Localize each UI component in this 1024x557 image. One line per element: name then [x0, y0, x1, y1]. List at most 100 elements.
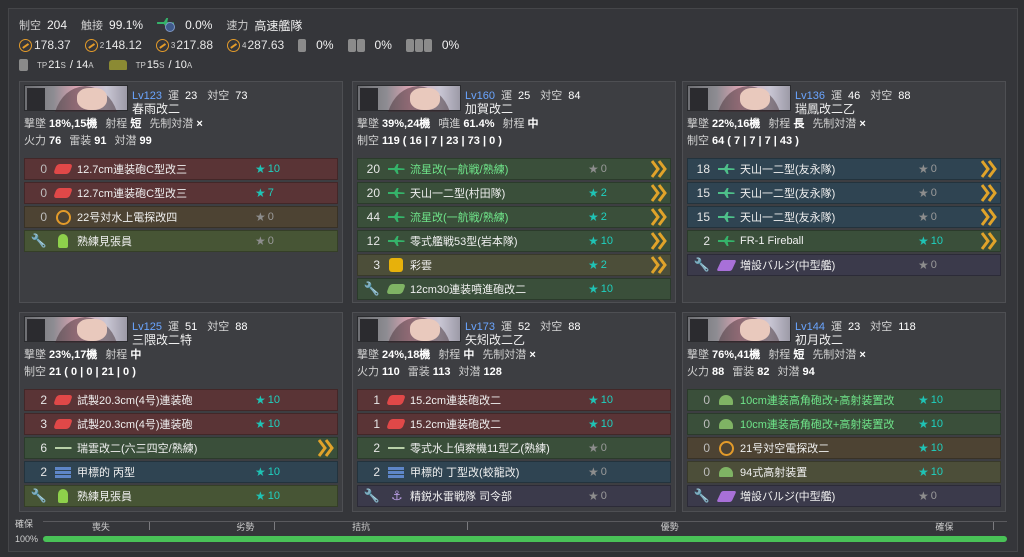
stat-value: 短 — [793, 349, 805, 361]
stat-value: 64 ( 7 | 7 | 7 | 43 ) — [712, 135, 799, 147]
star-icon: ★ — [255, 465, 266, 479]
equipment-slot[interactable]: 1 15.2cm連装砲改二 ★ 10 — [357, 413, 671, 435]
equipment-slot[interactable]: 1 15.2cm連装砲改二 ★ 10 — [357, 389, 671, 411]
ship-stats-row-1: 撃墜 76%,41機 射程短先制対潜 × — [687, 346, 874, 362]
equipment-slot[interactable]: 2 甲標的 丁型改(蛟龍改) ★ 0 — [357, 461, 671, 483]
equipment-slot[interactable]: 0 10cm連装高角砲改+高射装置改 ★ 10 — [687, 413, 1001, 435]
slot-count: 44 — [366, 210, 380, 224]
ship-banner[interactable] — [357, 316, 461, 343]
proficiency-chevron-icon — [978, 160, 1000, 178]
gauge-tick — [274, 522, 276, 530]
equipment-slot[interactable]: 0 21号対空電探改二 ★ 10 — [687, 437, 1001, 459]
main-gun-icon — [53, 184, 73, 202]
stat-value: 99 — [139, 135, 152, 147]
improvement-value: 0 — [600, 490, 607, 502]
proficiency-chevron-icon — [648, 208, 670, 226]
equipment-slot[interactable]: 6 瑞雲改二(六三四空/熟練) — [24, 437, 338, 459]
tank-icon — [108, 60, 127, 70]
improvement-value: 7 — [267, 187, 274, 199]
equipment-slot[interactable]: 2 FR-1 Fireball ★ 10 — [687, 230, 1001, 252]
equipment-name: 流星改(一航戦/熟練) — [410, 164, 509, 176]
improvement-level: ★ 7 — [255, 186, 315, 200]
equipment-slot[interactable]: 12 零式艦戦53型(岩本隊) ★ 10 — [357, 230, 671, 252]
stat-value: 中 — [527, 118, 539, 130]
equipment-slot[interactable]: 3 試製20.3cm(4号)連装砲 ★ 10 — [24, 413, 338, 435]
star-icon: ★ — [918, 234, 929, 248]
equipment-slot[interactable]: 🔧 熟練見張員 ★ 10 — [24, 485, 338, 507]
equipment-slot[interactable]: 20 天山一二型(村田隊) ★ 2 — [357, 182, 671, 204]
ship-banner[interactable] — [24, 85, 128, 112]
ship-banner[interactable] — [24, 316, 128, 343]
damecon-pct-3: 0% — [441, 38, 460, 52]
equipment-slot[interactable]: 0 10cm連装高角砲改+高射装置改 ★ 10 — [687, 389, 1001, 411]
equipment-slot[interactable]: 0 12.7cm連装砲C型改三 ★ 7 — [24, 182, 338, 204]
portrait-face — [77, 319, 107, 341]
equipment-slot[interactable]: 20 流星改(一航戦/熟練) ★ 0 — [357, 158, 671, 180]
equipment-name: 試製20.3cm(4号)連装砲 — [77, 419, 193, 431]
equipment-slot[interactable]: 3 彩雲 ★ 2 — [357, 254, 671, 276]
equipment-name: 10cm連装高角砲改+高射装置改 — [740, 419, 895, 431]
torpedo-bomber-icon — [716, 184, 736, 202]
aa-value: 84 — [568, 90, 581, 102]
slot-count: 1 — [373, 393, 380, 407]
equipment-name: 甲標的 丙型 — [77, 467, 136, 479]
equipment-slot[interactable]: 18 天山一二型(友永隊) ★ 0 — [687, 158, 1001, 180]
equipment-name: 12cm30連装噴進砲改二 — [410, 284, 527, 296]
ship-card: Lv125 運 51 対空 88 三隈改二特 撃墜 23%,17機 射程中制空 21 … — [19, 312, 343, 512]
star-icon: ★ — [918, 417, 929, 431]
gauge-scale-label: 劣勢 — [236, 522, 255, 532]
ship-banner[interactable] — [357, 85, 461, 112]
stat-label: 雷装 — [732, 366, 755, 378]
stat-value: 61.4% — [463, 118, 495, 130]
equipment-slot[interactable]: 44 流星改(一航戦/熟練) ★ 2 — [357, 206, 671, 228]
star-icon: ★ — [255, 210, 266, 224]
equipment-slot[interactable]: 2 試製20.3cm(4号)連装砲 ★ 10 — [24, 389, 338, 411]
equipment-slot[interactable]: 0 94式高射装置 ★ 10 — [687, 461, 1001, 483]
equipment-list: 1 15.2cm連装砲改二 ★ 10 1 15.2cm連装砲改二 ★ 10 2 零式水上偵察機11… — [357, 389, 671, 509]
equipment-slot[interactable]: 🔧 増設バルジ(中型艦) ★ 0 — [687, 485, 1001, 507]
gauge-tick — [467, 522, 469, 530]
equipment-slot[interactable]: 15 天山一二型(友永隊) ★ 0 — [687, 182, 1001, 204]
ship-type-tag — [27, 319, 45, 341]
los-value-1: 178.37 — [19, 38, 71, 52]
equipment-slot[interactable]: 2 甲標的 丙型 ★ 10 — [24, 461, 338, 483]
midget-sub-icon — [386, 463, 406, 481]
stat-value: 113 — [432, 366, 451, 378]
equipment-name: 熟練見張員 — [77, 491, 132, 503]
equipment-slot[interactable]: 🔧 熟練見張員 ★ 0 — [24, 230, 338, 252]
equipment-slot[interactable]: 🔧 12cm30連装噴進砲改二 ★ 10 — [357, 278, 671, 300]
recon-plane-icon — [386, 256, 406, 274]
equipment-slot[interactable]: 2 零式水上偵察機11型乙(熟練) ★ 0 — [357, 437, 671, 459]
ship-banner[interactable] — [687, 85, 791, 112]
proficiency-chevron-icon — [978, 184, 1000, 202]
equipment-name: 流星改(一航戦/熟練) — [410, 212, 509, 224]
slot-count: 3 — [40, 417, 47, 431]
equipment-slot[interactable]: 0 22号対水上電探改四 ★ 0 — [24, 206, 338, 228]
equipment-slot[interactable]: 15 天山一二型(友永隊) ★ 0 — [687, 206, 1001, 228]
ship-banner[interactable] — [687, 316, 791, 343]
star-icon: ★ — [255, 393, 266, 407]
stat-value: 91 — [94, 135, 107, 147]
gauge-scale: 喪失 劣勢 拮抗 優勢 確保 — [43, 521, 1007, 533]
improvement-level: ★ 0 — [588, 465, 648, 479]
equipment-name: 10cm連装高角砲改+高射装置改 — [740, 395, 895, 407]
damecon-icon — [405, 38, 432, 52]
stat-value: 中 — [130, 349, 142, 361]
damecon-icon — [298, 38, 307, 52]
equipment-name: 増設バルジ(中型艦) — [740, 260, 836, 272]
stat-label: 射程 — [438, 349, 461, 361]
ship-stats-row-2: 制空 64 ( 7 | 7 | 7 | 43 ) — [687, 132, 807, 148]
fleet-panel: 制空 204 触接 99.1% 0.0% 速力 高速艦隊 178.37 2 148.… — [8, 8, 1018, 552]
equipment-slot[interactable]: 🔧 ⚓ 精鋭水雷戦隊 司令部 ★ 0 — [357, 485, 671, 507]
slot-count: 0 — [40, 210, 47, 224]
torpedo-bomber-icon — [716, 160, 736, 178]
improvement-value: 10 — [930, 442, 944, 454]
star-icon: ★ — [588, 441, 599, 455]
slot-count: 1 — [373, 417, 380, 431]
gauge-scale-label: 拮抗 — [352, 522, 371, 532]
air-label: 制空 — [19, 20, 41, 32]
equipment-slot[interactable]: 0 12.7cm連装砲C型改三 ★ 10 — [24, 158, 338, 180]
improvement-value: 10 — [930, 394, 944, 406]
plane-icon — [157, 18, 179, 32]
equipment-slot[interactable]: 🔧 増設バルジ(中型艦) ★ 0 — [687, 254, 1001, 276]
